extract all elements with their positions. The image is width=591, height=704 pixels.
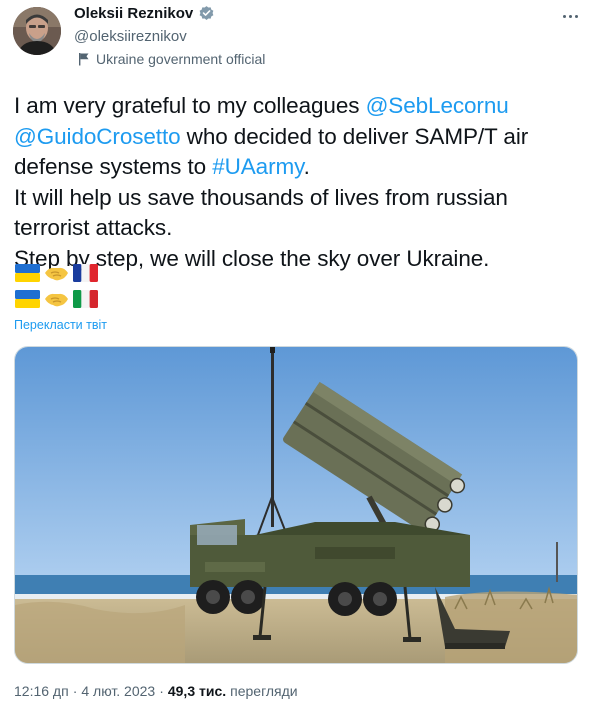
mention-link[interactable]: #UAarmy	[212, 154, 304, 179]
flag-ukraine-icon	[14, 262, 41, 284]
tweet-time[interactable]: 12:16 дп	[14, 683, 69, 699]
tweet-text-line: Step by step, we will close the sky over…	[14, 244, 584, 275]
tweet-text: I am very grateful to my colleagues @Seb…	[14, 91, 584, 274]
display-name[interactable]: Oleksii Reznikov	[74, 5, 193, 22]
tweet-text-segment: .	[303, 154, 310, 179]
mention-link[interactable]: @GuidoCrosetto	[14, 124, 181, 149]
tweet-text-segment: It will help us save thousands of lives …	[14, 184, 508, 210]
flag-ukraine-icon	[14, 288, 41, 310]
translate-tweet-link[interactable]: Перекласти твіт	[14, 318, 107, 332]
meta-separator: ·	[159, 683, 164, 699]
avatar[interactable]	[13, 7, 61, 55]
affiliation-text: Ukraine government official	[96, 51, 266, 67]
tweet-text-line: defense systems to #UAarmy.	[14, 152, 584, 183]
views-count: 49,3 тис.	[167, 683, 227, 699]
handshake-icon	[43, 262, 70, 284]
tweet: Oleksii Reznikov @oleksiireznikov Ukrain…	[0, 0, 591, 704]
tweet-date[interactable]: 4 лют. 2023	[81, 683, 155, 699]
views-label: перегляди	[230, 683, 298, 699]
tweet-text-line: It will help us save thousands of lives …	[14, 183, 584, 214]
emoji-row-2	[14, 288, 99, 310]
tweet-text-segment: who decided to deliver SAMP/T air	[180, 123, 529, 149]
tweet-text-line: @GuidoCrosetto who decided to deliver SA…	[14, 122, 584, 153]
samp-t-launcher-photo	[15, 347, 577, 663]
author-name-row[interactable]: Oleksii Reznikov	[74, 5, 215, 22]
meta-separator: ·	[72, 683, 78, 699]
emoji-row-1	[14, 262, 99, 284]
flag-italy-icon	[72, 288, 99, 310]
more-options-icon[interactable]	[558, 6, 582, 26]
handshake-icon	[43, 288, 70, 310]
tweet-text-segment: defense systems to	[14, 154, 213, 179]
tweet-meta: 12:16 дп · 4 лют. 2023 · 49,3 тис. перег…	[14, 683, 298, 699]
flag-france-icon	[72, 262, 99, 284]
affiliation-label: Ukraine government official	[78, 51, 265, 67]
flag-icon	[78, 52, 90, 66]
tweet-text-segment: terrorist attacks.	[14, 215, 173, 240]
verified-badge-icon	[198, 5, 215, 22]
tweet-media-image[interactable]	[14, 346, 578, 664]
mention-link[interactable]: @SebLecornu	[366, 93, 509, 118]
tweet-text-line: terrorist attacks.	[14, 213, 584, 244]
tweet-text-segment: I am very grateful to my colleagues	[14, 93, 366, 118]
handle[interactable]: @oleksiireznikov	[74, 28, 187, 45]
tweet-text-line: I am very grateful to my colleagues @Seb…	[14, 91, 584, 122]
